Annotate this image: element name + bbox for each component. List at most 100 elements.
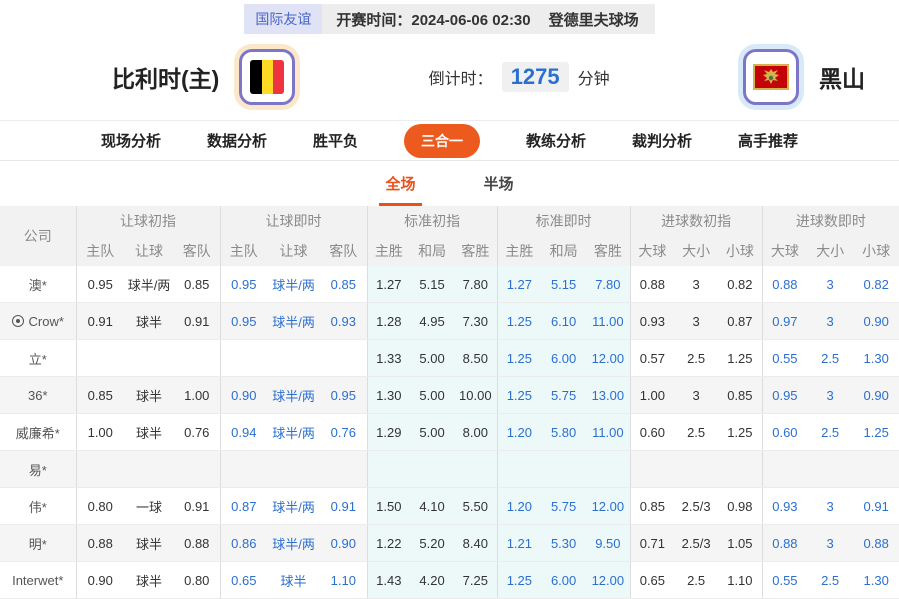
- odds-cell[interactable]: 5.75: [541, 488, 586, 525]
- odds-cell: 球半/两: [124, 266, 174, 303]
- tab-coach-analysis[interactable]: 教练分析: [526, 130, 586, 151]
- odds-cell[interactable]: 1.21: [497, 525, 541, 562]
- tab-referee-analysis[interactable]: 裁判分析: [632, 130, 692, 151]
- odds-cell[interactable]: 0.90: [320, 525, 367, 562]
- odds-cell: 1.10: [718, 562, 762, 599]
- odds-cell[interactable]: 7.80: [586, 266, 630, 303]
- odds-cell[interactable]: 0.93: [320, 303, 367, 340]
- odds-cell[interactable]: 5.75: [541, 377, 586, 414]
- odds-cell[interactable]: 1.25: [497, 303, 541, 340]
- odds-cell[interactable]: 0.90: [220, 377, 267, 414]
- odds-cell[interactable]: 5.30: [541, 525, 586, 562]
- odds-cell[interactable]: 0.85: [320, 266, 367, 303]
- group-header: 标准即时: [497, 206, 630, 236]
- odds-cell[interactable]: 0.97: [762, 303, 807, 340]
- odds-cell[interactable]: 0.90: [853, 303, 899, 340]
- odds-cell[interactable]: 12.00: [586, 488, 630, 525]
- odds-cell: 0.90: [76, 562, 124, 599]
- company-cell[interactable]: 易*: [0, 451, 76, 488]
- odds-cell[interactable]: 球半/两: [267, 414, 320, 451]
- company-cell[interactable]: Crow*: [0, 303, 76, 340]
- odds-cell[interactable]: 5.15: [541, 266, 586, 303]
- company-cell[interactable]: Interwet*: [0, 562, 76, 599]
- odds-cell[interactable]: 0.55: [762, 562, 807, 599]
- table-row: 明*0.88球半0.880.86球半/两0.901.225.208.401.21…: [0, 525, 899, 562]
- odds-cell[interactable]: 0.76: [320, 414, 367, 451]
- tab-full-match[interactable]: 全场: [379, 173, 421, 206]
- odds-cell[interactable]: 0.95: [220, 266, 267, 303]
- odds-cell[interactable]: 0.95: [220, 303, 267, 340]
- odds-cell[interactable]: 6.00: [541, 340, 586, 377]
- odds-cell[interactable]: 1.30: [853, 562, 899, 599]
- tab-three-in-one[interactable]: 三合一: [404, 124, 480, 158]
- odds-cell[interactable]: 0.91: [320, 488, 367, 525]
- odds-cell: 0.91: [174, 488, 220, 525]
- odds-cell[interactable]: 1.25: [497, 340, 541, 377]
- group-header: 进球数初指: [630, 206, 762, 236]
- odds-cell[interactable]: 9.50: [586, 525, 630, 562]
- odds-cell[interactable]: 球半/两: [267, 377, 320, 414]
- odds-cell[interactable]: 0.95: [320, 377, 367, 414]
- company-cell[interactable]: 伟*: [0, 488, 76, 525]
- tab-half-match[interactable]: 半场: [478, 173, 520, 206]
- odds-cell[interactable]: 3: [807, 525, 853, 562]
- tab-live-analysis[interactable]: 现场分析: [101, 130, 161, 151]
- odds-cell: 0.82: [718, 266, 762, 303]
- company-cell[interactable]: 威廉希*: [0, 414, 76, 451]
- odds-cell[interactable]: 0.87: [220, 488, 267, 525]
- odds-cell[interactable]: 11.00: [586, 414, 630, 451]
- odds-cell: 1.33: [367, 340, 410, 377]
- odds-cell[interactable]: 1.20: [497, 488, 541, 525]
- odds-cell[interactable]: 1.25: [497, 562, 541, 599]
- odds-cell[interactable]: 6.10: [541, 303, 586, 340]
- odds-cell[interactable]: 12.00: [586, 562, 630, 599]
- odds-cell[interactable]: 0.55: [762, 340, 807, 377]
- odds-cell: 0.88: [174, 525, 220, 562]
- odds-cell[interactable]: 11.00: [586, 303, 630, 340]
- tab-expert-picks[interactable]: 高手推荐: [738, 130, 798, 151]
- odds-cell[interactable]: 0.65: [220, 562, 267, 599]
- odds-cell[interactable]: 球半/两: [267, 488, 320, 525]
- odds-cell[interactable]: 0.88: [853, 525, 899, 562]
- odds-cell[interactable]: 3: [807, 377, 853, 414]
- odds-cell[interactable]: 13.00: [586, 377, 630, 414]
- odds-cell[interactable]: 3: [807, 303, 853, 340]
- tab-1x2[interactable]: 胜平负: [313, 130, 358, 151]
- company-cell[interactable]: 明*: [0, 525, 76, 562]
- company-name: 36*: [28, 388, 48, 403]
- odds-cell[interactable]: 1.25: [497, 377, 541, 414]
- odds-cell[interactable]: 1.10: [320, 562, 367, 599]
- company-cell[interactable]: 澳*: [0, 266, 76, 303]
- odds-cell[interactable]: 球半/两: [267, 525, 320, 562]
- odds-cell[interactable]: 2.5: [807, 340, 853, 377]
- odds-cell[interactable]: 3: [807, 488, 853, 525]
- odds-cell[interactable]: 1.30: [853, 340, 899, 377]
- odds-cell[interactable]: 0.95: [762, 377, 807, 414]
- odds-cell[interactable]: 6.00: [541, 562, 586, 599]
- odds-cell[interactable]: 0.93: [762, 488, 807, 525]
- odds-cell[interactable]: 0.94: [220, 414, 267, 451]
- odds-cell[interactable]: 球半: [267, 562, 320, 599]
- odds-cell[interactable]: 0.90: [853, 377, 899, 414]
- odds-cell[interactable]: 1.20: [497, 414, 541, 451]
- odds-cell[interactable]: 12.00: [586, 340, 630, 377]
- odds-cell[interactable]: 球半/两: [267, 266, 320, 303]
- odds-cell[interactable]: 2.5: [807, 562, 853, 599]
- company-cell[interactable]: 立*: [0, 340, 76, 377]
- odds-cell[interactable]: 0.91: [853, 488, 899, 525]
- odds-cell[interactable]: 2.5: [807, 414, 853, 451]
- odds-cell[interactable]: 0.88: [762, 525, 807, 562]
- odds-cell[interactable]: 0.88: [762, 266, 807, 303]
- odds-cell[interactable]: 球半/两: [267, 303, 320, 340]
- odds-cell[interactable]: 1.25: [853, 414, 899, 451]
- odds-cell[interactable]: 0.82: [853, 266, 899, 303]
- odds-cell[interactable]: 0.60: [762, 414, 807, 451]
- odds-cell[interactable]: 5.80: [541, 414, 586, 451]
- company-cell[interactable]: 36*: [0, 377, 76, 414]
- odds-cell[interactable]: 3: [807, 266, 853, 303]
- odds-cell[interactable]: 0.86: [220, 525, 267, 562]
- odds-cell: 1.43: [367, 562, 410, 599]
- odds-cell[interactable]: 1.27: [497, 266, 541, 303]
- tab-data-analysis[interactable]: 数据分析: [207, 130, 267, 151]
- col-header: 主队: [76, 236, 124, 266]
